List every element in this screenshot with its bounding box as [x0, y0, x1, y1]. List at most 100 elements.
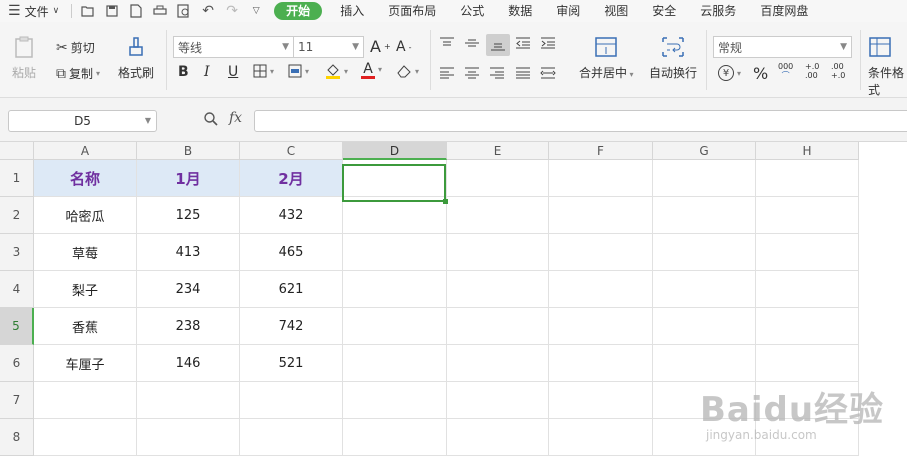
cell-b2[interactable]: 125: [137, 197, 240, 234]
cell-e3[interactable]: [447, 234, 549, 271]
tab-insert[interactable]: 插入: [328, 0, 376, 22]
currency-button[interactable]: ¥ ▾: [718, 65, 741, 81]
italic-button[interactable]: I: [204, 64, 210, 80]
cell-a5[interactable]: 香蕉: [34, 308, 137, 345]
cell-e8[interactable]: [447, 419, 549, 456]
tab-baidu-netdisk[interactable]: 百度网盘: [748, 0, 820, 22]
cell-c6[interactable]: 521: [240, 345, 343, 382]
cell-f1[interactable]: [549, 160, 653, 197]
distributed-button[interactable]: [540, 66, 556, 80]
cell-e2[interactable]: [447, 197, 549, 234]
cell-h3[interactable]: [756, 234, 859, 271]
cell-f4[interactable]: [549, 271, 653, 308]
decrease-font-button[interactable]: A-: [396, 39, 411, 55]
cell-c2[interactable]: 432: [240, 197, 343, 234]
align-left-button[interactable]: [439, 66, 455, 80]
cell-b4[interactable]: 234: [137, 271, 240, 308]
cell-d8[interactable]: [343, 419, 447, 456]
print-icon[interactable]: [148, 0, 172, 22]
row-header-2[interactable]: 2: [0, 197, 34, 234]
tab-formulas[interactable]: 公式: [448, 0, 496, 22]
cell-b7[interactable]: [137, 382, 240, 419]
cell-c3[interactable]: 465: [240, 234, 343, 271]
undo-icon[interactable]: ↶: [196, 0, 220, 22]
row-header-3[interactable]: 3: [0, 234, 34, 271]
underline-button[interactable]: U: [228, 64, 238, 80]
row-header-1[interactable]: 1: [0, 160, 34, 197]
border-button[interactable]: ▾: [253, 64, 274, 78]
cell-f5[interactable]: [549, 308, 653, 345]
cell-a1[interactable]: 名称: [34, 160, 137, 197]
cell-b3[interactable]: 413: [137, 234, 240, 271]
fill-color-button[interactable]: ▾: [325, 62, 348, 80]
font-color-dropdown[interactable]: ▾: [378, 65, 382, 74]
column-header-e[interactable]: E: [447, 142, 549, 160]
font-name-select[interactable]: 等线 ▼: [173, 36, 294, 58]
decrease-decimal-button[interactable]: .00 +.0: [831, 62, 851, 80]
wrap-text-button[interactable]: 自动换行: [649, 36, 697, 81]
cell-c1[interactable]: 2月: [240, 160, 343, 197]
cell-e6[interactable]: [447, 345, 549, 382]
cell-b1[interactable]: 1月: [137, 160, 240, 197]
row-header-5[interactable]: 5: [0, 308, 34, 345]
cell-h2[interactable]: [756, 197, 859, 234]
cell-g2[interactable]: [653, 197, 756, 234]
font-size-select[interactable]: 11 ▼: [293, 36, 364, 58]
cell-b6[interactable]: 146: [137, 345, 240, 382]
cell-h5[interactable]: [756, 308, 859, 345]
column-header-f[interactable]: F: [549, 142, 653, 160]
cell-b5[interactable]: 238: [137, 308, 240, 345]
open-icon[interactable]: [76, 0, 100, 22]
conditional-format-button[interactable]: 条件格式: [868, 36, 907, 98]
row-header-6[interactable]: 6: [0, 345, 34, 382]
tab-security[interactable]: 安全: [640, 0, 688, 22]
more-icon[interactable]: ▽: [244, 0, 268, 22]
cell-d5[interactable]: [343, 308, 447, 345]
print-preview-icon[interactable]: [172, 0, 196, 22]
export-pdf-icon[interactable]: [124, 0, 148, 22]
cell-a6[interactable]: 车厘子: [34, 345, 137, 382]
align-bottom-button[interactable]: [486, 34, 510, 56]
cell-e4[interactable]: [447, 271, 549, 308]
cell-style-button[interactable]: ▾: [288, 64, 309, 78]
tab-review[interactable]: 审阅: [544, 0, 592, 22]
save-icon[interactable]: [100, 0, 124, 22]
cell-a4[interactable]: 梨子: [34, 271, 137, 308]
cell-g5[interactable]: [653, 308, 756, 345]
increase-indent-button[interactable]: [540, 36, 556, 50]
tab-data[interactable]: 数据: [496, 0, 544, 22]
name-box[interactable]: D5 ▼: [8, 110, 157, 132]
cell-h4[interactable]: [756, 271, 859, 308]
zoom-search-icon[interactable]: [203, 111, 219, 131]
font-color-button[interactable]: A: [361, 62, 375, 79]
column-header-g[interactable]: G: [653, 142, 756, 160]
cell-e1[interactable]: [447, 160, 549, 197]
justify-button[interactable]: [515, 66, 531, 80]
tab-view[interactable]: 视图: [592, 0, 640, 22]
cell-f2[interactable]: [549, 197, 653, 234]
column-header-a[interactable]: A: [34, 142, 137, 160]
row-header-7[interactable]: 7: [0, 382, 34, 419]
column-header-h[interactable]: H: [756, 142, 859, 160]
select-all-corner[interactable]: [0, 142, 34, 160]
merge-center-button[interactable]: 合并居中 ▾: [579, 36, 634, 81]
cell-b8[interactable]: [137, 419, 240, 456]
increase-font-button[interactable]: A +: [370, 37, 391, 56]
cell-c4[interactable]: 621: [240, 271, 343, 308]
align-middle-button[interactable]: [464, 36, 480, 50]
cell-e7[interactable]: [447, 382, 549, 419]
file-menu[interactable]: ☰ 文件 ∨: [0, 0, 67, 22]
cell-g4[interactable]: [653, 271, 756, 308]
paste-button[interactable]: 粘贴: [12, 36, 36, 81]
clear-format-button[interactable]: ▾: [396, 64, 419, 78]
cell-d7[interactable]: [343, 382, 447, 419]
align-center-button[interactable]: [464, 66, 480, 80]
format-painter-button[interactable]: 格式刷: [118, 36, 154, 81]
cell-h1[interactable]: [756, 160, 859, 197]
percent-button[interactable]: %: [753, 64, 768, 83]
cell-e5[interactable]: [447, 308, 549, 345]
cell-d1[interactable]: [343, 160, 447, 197]
increase-decimal-button[interactable]: +.0 .00: [805, 62, 825, 80]
column-header-b[interactable]: B: [137, 142, 240, 160]
cell-d6[interactable]: [343, 345, 447, 382]
